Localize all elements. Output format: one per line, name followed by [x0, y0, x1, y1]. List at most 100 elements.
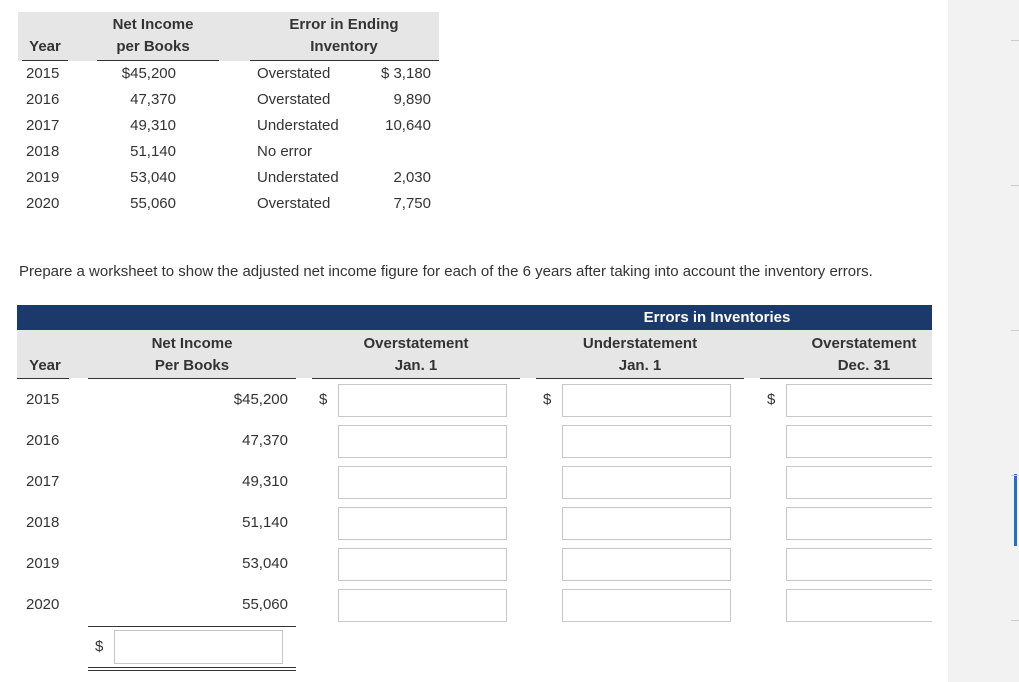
- net-income-cell: 53,040: [242, 555, 288, 572]
- error-amount-cell: $ 3,180: [380, 65, 431, 82]
- ws-header-understatement-jan-line1: Understatement: [582, 335, 698, 352]
- error-status-cell: No error: [257, 143, 313, 160]
- overstatement-dec-input[interactable]: [786, 548, 932, 581]
- year-cell: 2020: [26, 596, 60, 613]
- total-top-rule: [88, 626, 296, 627]
- net-income-cell: 55,060: [130, 195, 176, 212]
- top-header-net-income-line1: Net Income: [112, 16, 194, 33]
- ws-header-net-income-line2: Per Books: [154, 357, 230, 374]
- overstatement-jan-input[interactable]: [338, 425, 507, 458]
- banner-label: Errors in Inventories: [643, 309, 791, 326]
- understatement-jan-input[interactable]: [562, 425, 731, 458]
- error-status-cell: Overstated: [257, 195, 331, 212]
- top-header-error-line1: Error in Ending: [289, 16, 399, 33]
- dollar-sign: $: [543, 391, 552, 408]
- year-cell: 2019: [26, 555, 60, 572]
- overstatement-dec-input[interactable]: [786, 589, 932, 622]
- year-cell: 2015: [26, 391, 60, 408]
- net-income-cell: 47,370: [242, 432, 288, 449]
- top-header-error-line2: Inventory: [310, 38, 378, 55]
- net-income-cell: 55,060: [242, 596, 288, 613]
- overstatement-dec-input[interactable]: [786, 425, 932, 458]
- table-row: 2019 53,040 Understated 2,030: [0, 165, 450, 191]
- error-amount-cell: 10,640: [385, 117, 431, 134]
- error-status-cell: Understated: [257, 117, 339, 134]
- table-row: 2018 51,140 No error: [0, 139, 450, 165]
- year-cell: 2018: [26, 143, 60, 160]
- total-row: $: [0, 630, 300, 664]
- understatement-jan-input[interactable]: [562, 466, 731, 499]
- overstatement-jan-input[interactable]: [338, 466, 507, 499]
- error-status-cell: Overstated: [257, 65, 331, 82]
- ws-header-rule-year: [17, 378, 69, 379]
- ws-header-understatement-jan-line2: Jan. 1: [618, 357, 662, 374]
- error-status-cell: Overstated: [257, 91, 331, 108]
- top-header-year: Year: [29, 38, 61, 55]
- understatement-jan-input[interactable]: [562, 589, 731, 622]
- overstatement-dec-input[interactable]: [786, 384, 932, 417]
- net-income-cell: $45,200: [121, 65, 176, 82]
- dollar-sign: $: [319, 391, 328, 408]
- year-cell: 2018: [26, 514, 60, 531]
- panel-tick: [1011, 185, 1019, 186]
- table-row: 2019 53,040: [0, 548, 940, 581]
- table-row: 2017 49,310: [0, 466, 940, 499]
- table-row: 2015 $45,200 $ $ $: [0, 384, 940, 417]
- ws-header-year: Year: [29, 357, 61, 374]
- year-cell: 2016: [26, 432, 60, 449]
- year-cell: 2020: [26, 195, 60, 212]
- net-income-cell: $45,200: [233, 391, 288, 408]
- overstatement-dec-input[interactable]: [786, 466, 932, 499]
- ws-header-overstatement-dec-line2: Dec. 31: [837, 357, 891, 374]
- overstatement-jan-input[interactable]: [338, 548, 507, 581]
- table-row: 2017 49,310 Understated 10,640: [0, 113, 450, 139]
- net-income-cell: 49,310: [130, 117, 176, 134]
- table-row: 2020 55,060: [0, 589, 940, 622]
- panel-tick: [1011, 620, 1019, 621]
- ws-header-overstatement-jan-line2: Jan. 1: [394, 357, 438, 374]
- top-header-net-income-line2: per Books: [116, 38, 190, 55]
- overstatement-jan-input[interactable]: [338, 589, 507, 622]
- ws-header-rule-over-dec: [760, 378, 932, 379]
- ws-header-overstatement-jan-line1: Overstatement: [363, 335, 469, 352]
- error-amount-cell: 7,750: [393, 195, 431, 212]
- year-cell: 2017: [26, 117, 60, 134]
- panel-tick: [1011, 475, 1019, 476]
- year-cell: 2019: [26, 169, 60, 186]
- error-status-cell: Understated: [257, 169, 339, 186]
- scroll-indicator: [1014, 474, 1017, 546]
- overstatement-jan-input[interactable]: [338, 384, 507, 417]
- net-income-cell: 53,040: [130, 169, 176, 186]
- ws-header-rule-under-jan: [536, 378, 744, 379]
- net-income-cell: 51,140: [130, 143, 176, 160]
- overstatement-jan-input[interactable]: [338, 507, 507, 540]
- ws-header-rule-net-income: [88, 378, 296, 379]
- total-net-income-input[interactable]: [114, 630, 283, 664]
- table-row: 2020 55,060 Overstated 7,750: [0, 191, 450, 217]
- panel-tick: [1011, 40, 1019, 41]
- net-income-cell: 47,370: [130, 91, 176, 108]
- errors-in-inventories-banner: Errors in Inventories: [17, 305, 932, 330]
- dollar-sign: $: [767, 391, 776, 408]
- understatement-jan-input[interactable]: [562, 548, 731, 581]
- total-double-rule: [88, 667, 296, 671]
- net-income-cell: 51,140: [242, 514, 288, 531]
- year-cell: 2015: [26, 65, 60, 82]
- panel-tick: [1011, 330, 1019, 331]
- net-income-cell: 49,310: [242, 473, 288, 490]
- table-row: 2015 $45,200 Overstated $ 3,180: [0, 61, 450, 87]
- understatement-jan-input[interactable]: [562, 384, 731, 417]
- dollar-sign: $: [95, 638, 104, 655]
- ws-header-overstatement-dec-line1: Overstatement: [811, 335, 917, 352]
- year-cell: 2016: [26, 91, 60, 108]
- year-cell: 2017: [26, 473, 60, 490]
- table-row: 2018 51,140: [0, 507, 940, 540]
- overstatement-dec-input[interactable]: [786, 507, 932, 540]
- understatement-jan-input[interactable]: [562, 507, 731, 540]
- error-amount-cell: 2,030: [393, 169, 431, 186]
- table-row: 2016 47,370 Overstated 9,890: [0, 87, 450, 113]
- ws-header-rule-over-jan: [312, 378, 520, 379]
- table-row: 2016 47,370: [0, 425, 940, 458]
- ws-header-net-income-line1: Net Income: [151, 335, 233, 352]
- instruction-text: Prepare a worksheet to show the adjusted…: [19, 263, 873, 280]
